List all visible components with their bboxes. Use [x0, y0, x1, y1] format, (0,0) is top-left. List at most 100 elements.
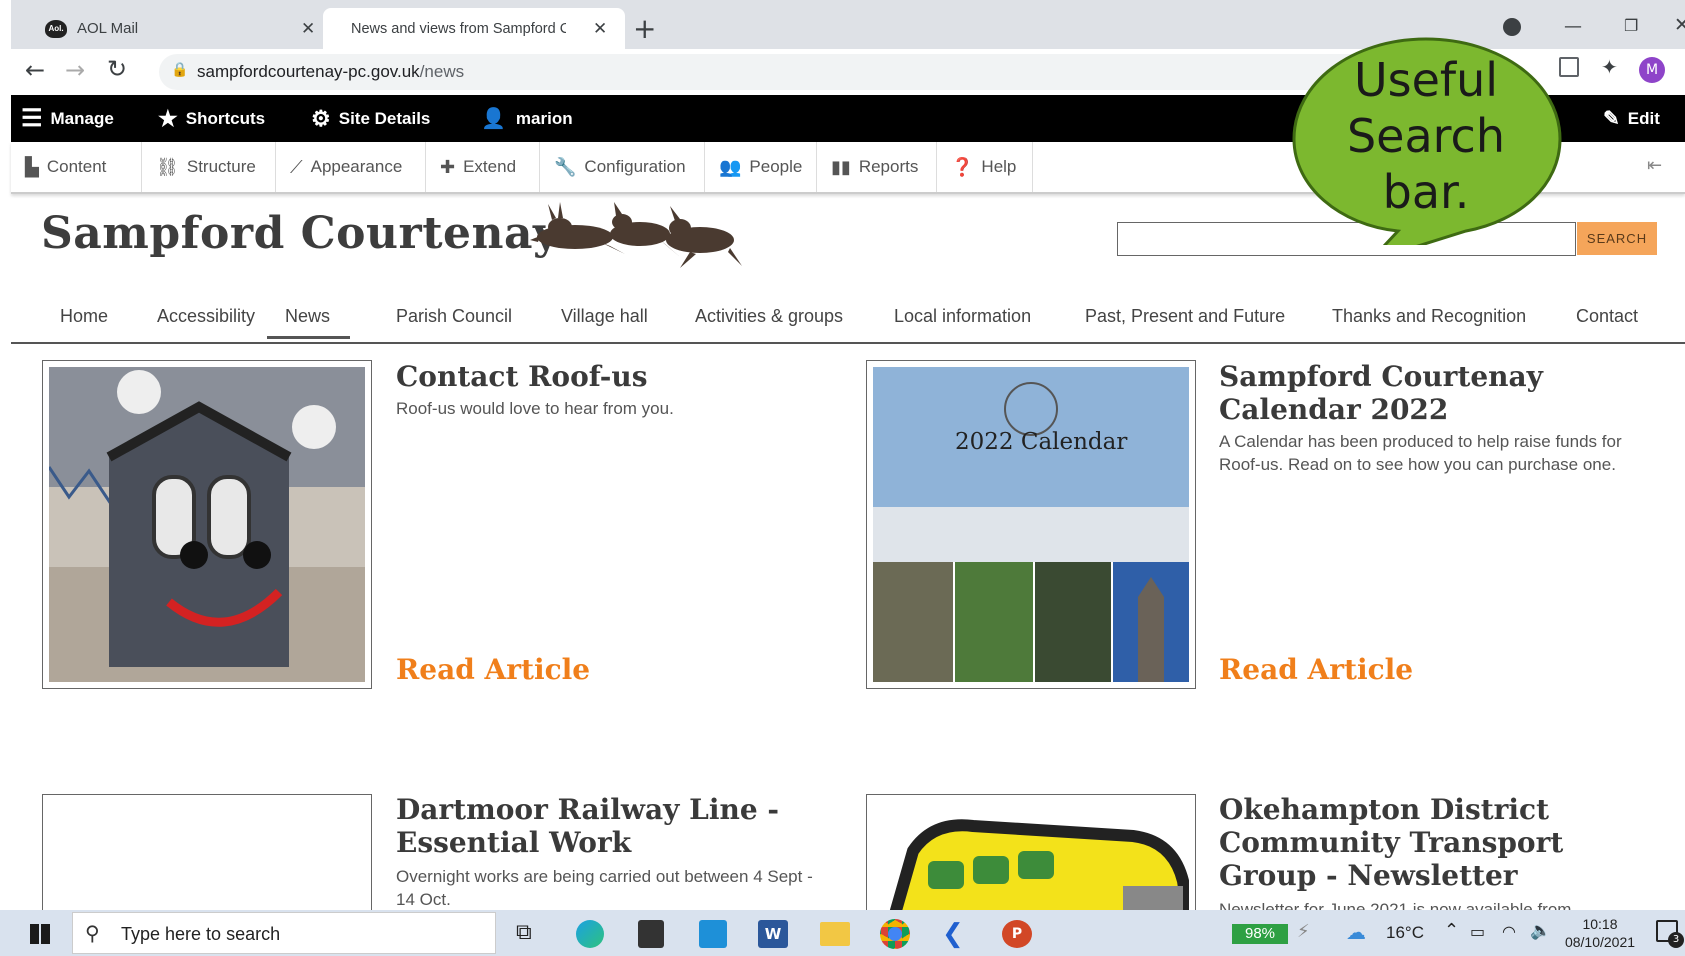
site-details-button[interactable]: ⚙ Site Details	[311, 95, 430, 142]
callout-line: Search	[1346, 109, 1506, 163]
menu-icon[interactable]: ⋮	[1681, 55, 1685, 80]
folder-icon[interactable]	[820, 922, 850, 946]
battery-indicator[interactable]: 98%	[1232, 924, 1288, 944]
back-icon[interactable]: ←	[25, 56, 45, 84]
admin-menu-extend[interactable]: ✚ Extend	[426, 142, 540, 192]
article-title[interactable]: Sampford Courtenay Calendar 2022	[1219, 360, 1649, 426]
calendar-image-title: 2022 Calendar	[955, 429, 1128, 455]
callout-text: Useful Search bar.	[1288, 52, 1564, 220]
article-title[interactable]: Okehampton District Community Transport …	[1219, 793, 1659, 892]
powerpoint-icon[interactable]: P	[1002, 920, 1032, 948]
tab-search-icon[interactable]	[1503, 18, 1521, 36]
sitemap-icon: ⛓	[156, 156, 179, 177]
article-image-railway[interactable]	[42, 794, 372, 914]
article-title[interactable]: Dartmoor Railway Line - Essential Work	[396, 793, 816, 859]
admin-menu-structure[interactable]: ⛓ Structure	[142, 142, 276, 192]
tab-title: News and views from Sampford C	[351, 20, 566, 37]
task-view-icon[interactable]: ⧉	[516, 920, 532, 945]
app-k-icon[interactable]: ❮	[942, 919, 964, 949]
profile-avatar[interactable]: M	[1639, 57, 1665, 83]
admin-menu-appearance[interactable]: ⟋ Appearance	[276, 142, 426, 192]
extensions-icon[interactable]: ✦	[1601, 55, 1618, 79]
battery-icon[interactable]: ▭	[1470, 922, 1485, 941]
roof-us-mascot-image	[47, 367, 365, 682]
bus-illustration	[888, 819, 1195, 914]
admin-menu-reports[interactable]: ▮▮ Reports	[817, 142, 937, 192]
search-button[interactable]: SEARCH	[1577, 222, 1657, 255]
document-icon: ▙	[25, 156, 39, 177]
admin-menu-people[interactable]: 👥 People	[705, 142, 817, 192]
read-article-link[interactable]: Read Article	[1219, 653, 1413, 686]
nav-local-information[interactable]: Local information	[894, 306, 1031, 327]
temperature[interactable]: 16°C	[1386, 923, 1424, 943]
clock[interactable]: 10:18 08/10/2021	[1560, 915, 1640, 951]
chevron-up-icon[interactable]: ⌃	[1444, 920, 1459, 941]
forward-icon[interactable]: →	[65, 56, 85, 84]
close-icon[interactable]: ✕	[593, 19, 607, 39]
restore-icon[interactable]: ❐	[1624, 16, 1638, 35]
article-image-roof-us[interactable]	[42, 360, 372, 689]
app-icon[interactable]	[699, 920, 727, 948]
callout-line: bar.	[1382, 165, 1470, 219]
url-input[interactable]: 🔒 sampfordcourtenay-pc.gov.uk/news	[159, 54, 1449, 90]
new-tab-button[interactable]: +	[633, 12, 656, 45]
hamburger-icon: ☰	[21, 105, 43, 132]
tab-sampford-news[interactable]: News and views from Sampford C ✕	[323, 8, 625, 49]
user-label: marion	[515, 108, 573, 128]
menu-label: Reports	[858, 157, 919, 176]
nav-contact[interactable]: Contact	[1576, 306, 1638, 327]
admin-menu-help[interactable]: ❓ Help	[937, 142, 1033, 192]
site-name[interactable]: Sampford Courtenay	[41, 208, 559, 259]
nav-village-hall[interactable]: Village hall	[561, 306, 648, 327]
pencil-icon: ✎	[1603, 108, 1620, 130]
wifi-icon[interactable]: ◠	[1502, 922, 1516, 941]
read-article-link[interactable]: Read Article	[396, 653, 590, 686]
reload-icon[interactable]: ↻	[107, 55, 127, 83]
close-window-icon[interactable]: ✕	[1674, 14, 1685, 36]
user-icon: 👤	[481, 108, 506, 130]
nav-news[interactable]: News	[267, 306, 351, 339]
edit-button[interactable]: ✎ Edit	[1603, 95, 1660, 142]
nav-home[interactable]: Home	[60, 306, 108, 327]
nav-accessibility[interactable]: Accessibility	[157, 306, 255, 327]
manage-button[interactable]: ☰ Manage	[21, 95, 114, 142]
menu-label: Structure	[186, 157, 256, 176]
shortcuts-label: Shortcuts	[185, 108, 266, 128]
aol-icon: Aol.	[45, 19, 67, 38]
weather-cloud-icon[interactable]: ☁	[1346, 920, 1366, 944]
shortcuts-button[interactable]: ★ Shortcuts	[158, 95, 265, 142]
article-image-transport[interactable]	[866, 794, 1196, 914]
url-domain: sampfordcourtenay-pc.gov.uk	[197, 62, 420, 81]
menu-label: Content	[46, 157, 107, 176]
taskbar-search-box[interactable]: ⚲ Type here to search	[72, 912, 496, 954]
admin-menu-content[interactable]: ▙ Content	[11, 142, 142, 192]
volume-icon[interactable]: 🔈	[1530, 921, 1551, 941]
hares-logo	[530, 202, 742, 268]
close-icon[interactable]: ✕	[301, 19, 315, 39]
admin-menu-configuration[interactable]: 🔧 Configuration	[540, 142, 705, 192]
collapse-toolbar-icon[interactable]: ⇤	[1647, 155, 1662, 176]
user-button[interactable]: 👤 marion	[481, 95, 573, 142]
plug-icon: ⚡	[1297, 921, 1310, 942]
menu-label: Appearance	[310, 157, 403, 176]
nav-activities-groups[interactable]: Activities & groups	[695, 306, 843, 327]
windows-start-icon[interactable]	[30, 924, 50, 944]
bar-chart-icon: ▮▮	[831, 156, 851, 177]
nav-thanks-recognition[interactable]: Thanks and Recognition	[1332, 306, 1526, 327]
tab-title: AOL Mail	[77, 20, 139, 37]
store-icon[interactable]	[638, 920, 664, 948]
chrome-icon[interactable]	[880, 919, 910, 949]
notification-count: 3	[1668, 932, 1684, 948]
minimize-icon[interactable]: —	[1564, 16, 1582, 37]
edge-icon[interactable]	[576, 920, 604, 948]
nav-past-present-future[interactable]: Past, Present and Future	[1085, 306, 1285, 327]
time: 10:18	[1582, 916, 1618, 932]
puzzle-icon: ✚	[440, 156, 456, 177]
word-icon[interactable]: W	[758, 920, 788, 948]
article-image-calendar[interactable]: 2022 Calendar	[866, 360, 1196, 689]
nav-parish-council[interactable]: Parish Council	[396, 306, 512, 327]
url-path: /news	[419, 62, 465, 81]
site-details-label: Site Details	[338, 108, 431, 128]
article-title[interactable]: Contact Roof-us	[396, 360, 816, 393]
tab-aol-mail[interactable]: Aol. AOL Mail ✕	[21, 8, 321, 49]
